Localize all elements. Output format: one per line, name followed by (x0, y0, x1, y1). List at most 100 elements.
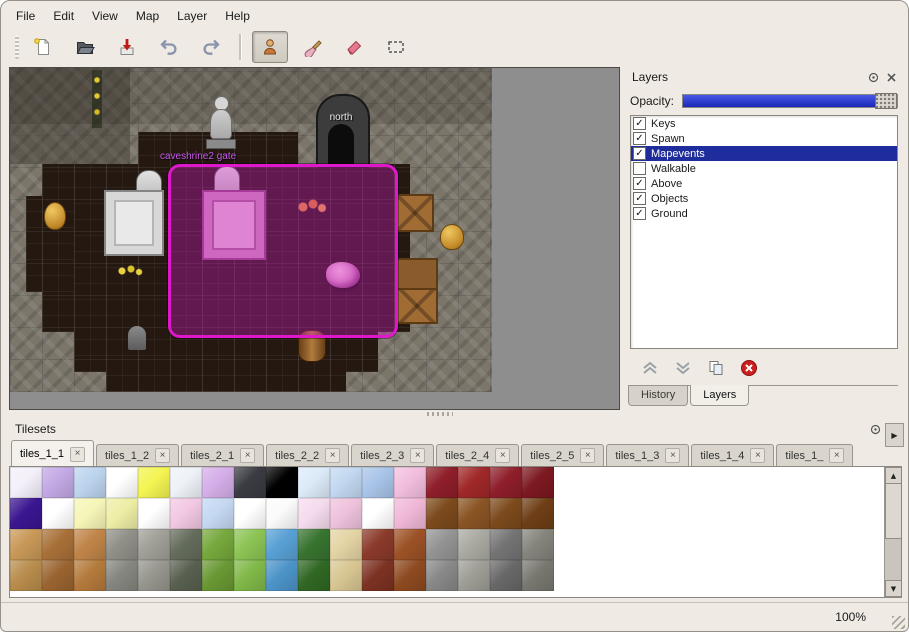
tileset-tab[interactable]: tiles_2_5 (521, 444, 604, 466)
menu-file[interactable]: File (7, 6, 44, 26)
palette-tile[interactable] (138, 529, 170, 560)
palette-tile[interactable] (458, 560, 490, 591)
palette-tile[interactable] (426, 560, 458, 591)
open-file-button[interactable] (67, 31, 103, 63)
palette-tile[interactable] (330, 498, 362, 529)
palette-tile[interactable] (138, 560, 170, 591)
palette-tile[interactable] (138, 467, 170, 498)
tab-scroll-right-button[interactable] (885, 423, 904, 447)
palette-tile[interactable] (266, 529, 298, 560)
palette-tile[interactable] (234, 467, 266, 498)
palette-tile[interactable] (298, 529, 330, 560)
tab-close-icon[interactable] (495, 448, 510, 463)
palette-tile[interactable] (42, 467, 74, 498)
layer-checkbox[interactable] (633, 192, 646, 205)
opacity-slider[interactable] (682, 94, 898, 108)
palette-tile[interactable] (362, 498, 394, 529)
tab-layers[interactable]: Layers (690, 385, 749, 406)
palette-tile[interactable] (266, 467, 298, 498)
palette-tile[interactable] (522, 529, 554, 560)
palette-tile[interactable] (394, 467, 426, 498)
palette-tile[interactable] (362, 529, 394, 560)
palette-tile[interactable] (298, 467, 330, 498)
tileset-tab[interactable]: tiles_2_3 (351, 444, 434, 466)
layers-panel-float-button[interactable] (866, 70, 880, 84)
palette-tile[interactable] (42, 498, 74, 529)
layer-row[interactable]: Ground (631, 206, 897, 221)
event-stamp-tool-button[interactable] (252, 31, 288, 63)
redo-button[interactable] (193, 31, 229, 63)
layer-checkbox[interactable] (633, 132, 646, 145)
palette-tile[interactable] (170, 467, 202, 498)
tab-close-icon[interactable] (155, 448, 170, 463)
palette-tile[interactable] (490, 560, 522, 591)
layer-checkbox[interactable] (633, 117, 646, 130)
palette-tile[interactable] (170, 498, 202, 529)
menu-edit[interactable]: Edit (44, 6, 83, 26)
palette-tile[interactable] (10, 560, 42, 591)
palette-tile[interactable] (458, 529, 490, 560)
palette-tile[interactable] (106, 498, 138, 529)
palette-tile[interactable] (522, 498, 554, 529)
toolbar-grip[interactable] (15, 35, 19, 59)
palette-tile[interactable] (266, 498, 298, 529)
select-tool-button[interactable] (378, 31, 414, 63)
palette-tile[interactable] (74, 467, 106, 498)
undo-button[interactable] (151, 31, 187, 63)
tileset-tab[interactable]: tiles_1_3 (606, 444, 689, 466)
palette-tile[interactable] (106, 529, 138, 560)
layer-move-up-button[interactable] (638, 357, 662, 379)
palette-tile[interactable] (522, 467, 554, 498)
tileset-tab[interactable]: tiles_1_4 (691, 444, 774, 466)
palette-tile[interactable] (234, 498, 266, 529)
palette-tile[interactable] (330, 560, 362, 591)
palette-tile[interactable] (330, 467, 362, 498)
palette-tile[interactable] (266, 560, 298, 591)
palette-tile[interactable] (426, 529, 458, 560)
save-button[interactable] (109, 31, 145, 63)
new-file-button[interactable] (25, 31, 61, 63)
tab-close-icon[interactable] (325, 448, 340, 463)
tileset-scrollbar[interactable] (884, 467, 901, 597)
palette-tile[interactable] (522, 560, 554, 591)
layer-delete-button[interactable] (737, 357, 761, 379)
palette-tile[interactable] (74, 560, 106, 591)
menu-help[interactable]: Help (216, 6, 259, 26)
palette-tile[interactable] (458, 498, 490, 529)
palette-tile[interactable] (106, 467, 138, 498)
palette-tile[interactable] (426, 498, 458, 529)
layer-checkbox[interactable] (633, 147, 646, 160)
palette-tile[interactable] (202, 467, 234, 498)
opacity-slider-handle[interactable] (875, 93, 897, 109)
tileset-tab[interactable]: tiles_2_4 (436, 444, 519, 466)
tileset-tab[interactable]: tiles_1_ (776, 444, 853, 466)
layer-checkbox[interactable] (633, 162, 646, 175)
map-selection-rect[interactable] (168, 164, 398, 338)
palette-tile[interactable] (202, 560, 234, 591)
palette-tile[interactable] (426, 467, 458, 498)
palette-tile[interactable] (170, 560, 202, 591)
scrollbar-down-button[interactable] (885, 580, 902, 597)
palette-tile[interactable] (490, 467, 522, 498)
palette-tile[interactable] (458, 467, 490, 498)
map-canvas[interactable]: caveshrine2 gate north (9, 67, 620, 410)
palette-tile[interactable] (394, 498, 426, 529)
palette-tile[interactable] (202, 529, 234, 560)
brush-tool-button[interactable] (294, 31, 330, 63)
tab-close-icon[interactable] (750, 448, 765, 463)
layer-checkbox[interactable] (633, 207, 646, 220)
palette-tile[interactable] (42, 560, 74, 591)
tab-close-icon[interactable] (665, 448, 680, 463)
layer-row[interactable]: Walkable (631, 161, 897, 176)
palette-tile[interactable] (10, 498, 42, 529)
tilesets-panel-float-button[interactable] (868, 422, 882, 436)
layer-row[interactable]: Keys (631, 116, 897, 131)
palette-tile[interactable] (42, 529, 74, 560)
tab-close-icon[interactable] (410, 448, 425, 463)
palette-tile[interactable] (74, 498, 106, 529)
tileset-tab[interactable]: tiles_2_1 (181, 444, 264, 466)
palette-tile[interactable] (490, 529, 522, 560)
palette-tile[interactable] (234, 529, 266, 560)
palette-tile[interactable] (330, 529, 362, 560)
palette-tile[interactable] (74, 529, 106, 560)
